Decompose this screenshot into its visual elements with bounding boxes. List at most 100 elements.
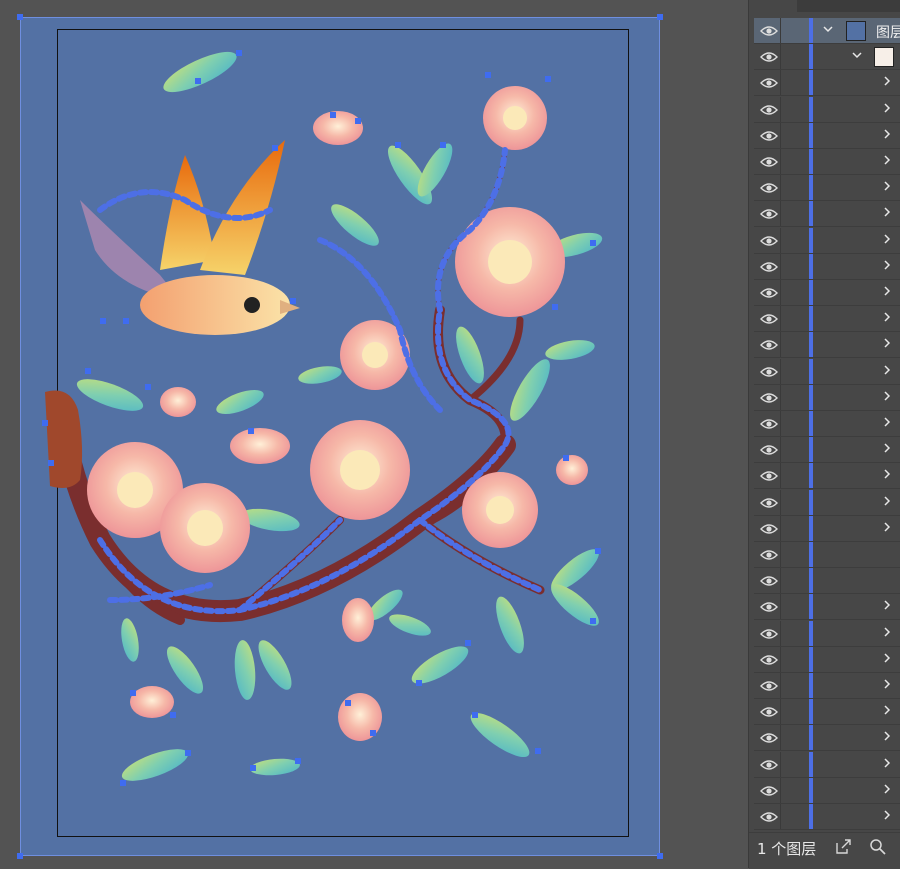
sublayer-row[interactable]: [754, 568, 900, 595]
lock-column[interactable]: [780, 515, 781, 541]
lock-column[interactable]: [780, 568, 781, 594]
eye-icon[interactable]: [760, 103, 778, 117]
lock-column[interactable]: [780, 358, 781, 384]
search-icon[interactable]: [869, 838, 886, 859]
lock-column[interactable]: [780, 699, 781, 725]
lock-column[interactable]: [780, 201, 781, 227]
lock-column[interactable]: [780, 673, 781, 698]
canvas-workspace[interactable]: [0, 0, 748, 868]
eye-icon[interactable]: [760, 731, 778, 745]
sublayer-row[interactable]: [754, 594, 900, 621]
lock-column[interactable]: [780, 70, 781, 96]
lock-column[interactable]: [780, 332, 781, 358]
eye-icon[interactable]: [760, 653, 778, 667]
eye-icon[interactable]: [760, 417, 778, 431]
chevron-right-icon[interactable]: [882, 337, 892, 352]
chevron-right-icon[interactable]: [882, 468, 892, 483]
chevron-right-icon[interactable]: [882, 75, 892, 90]
eye-icon[interactable]: [760, 496, 778, 510]
sublayer-row[interactable]: [754, 384, 900, 411]
chevron-right-icon[interactable]: [882, 128, 892, 143]
sublayer-row[interactable]: [754, 358, 900, 385]
eye-icon[interactable]: [760, 679, 778, 693]
eye-icon[interactable]: [760, 207, 778, 221]
chevron-right-icon[interactable]: [882, 102, 892, 117]
lock-column[interactable]: [780, 175, 781, 201]
lock-column[interactable]: [780, 227, 781, 253]
sublayer-row[interactable]: [754, 673, 900, 699]
sublayer-row[interactable]: [754, 777, 900, 804]
eye-icon[interactable]: [760, 548, 778, 562]
eye-icon[interactable]: [760, 443, 778, 457]
sublayer-row[interactable]: [754, 699, 900, 726]
sublayer-row[interactable]: [754, 725, 900, 752]
chevron-right-icon[interactable]: [882, 730, 892, 745]
eye-icon[interactable]: [760, 129, 778, 143]
lock-column[interactable]: [780, 751, 781, 777]
chevron-right-icon[interactable]: [882, 652, 892, 667]
eye-icon[interactable]: [760, 574, 778, 588]
sublayer-row[interactable]: [754, 646, 900, 673]
chevron-right-icon[interactable]: [882, 364, 892, 379]
eye-icon[interactable]: [760, 627, 778, 641]
sublayer-row[interactable]: [754, 280, 900, 306]
chevron-right-icon[interactable]: [882, 390, 892, 405]
sublayer-row[interactable]: [754, 201, 900, 228]
layer-row[interactable]: 图层: [754, 18, 900, 44]
chevron-right-icon[interactable]: [882, 521, 892, 536]
lock-column[interactable]: [780, 725, 781, 751]
sublayer-row[interactable]: [754, 227, 900, 254]
lock-column[interactable]: [780, 620, 781, 646]
chevron-right-icon[interactable]: [882, 599, 892, 614]
lock-column[interactable]: [780, 437, 781, 463]
eye-icon[interactable]: [760, 50, 778, 64]
layer-name[interactable]: 图层: [876, 22, 900, 42]
sublayer-row[interactable]: [754, 620, 900, 647]
eye-icon[interactable]: [760, 234, 778, 248]
chevron-right-icon[interactable]: [882, 180, 892, 195]
eye-icon[interactable]: [760, 705, 778, 719]
export-icon[interactable]: [835, 838, 852, 859]
lock-column[interactable]: [780, 542, 781, 567]
eye-icon[interactable]: [760, 365, 778, 379]
illustration-artwork[interactable]: [0, 0, 748, 868]
chevron-right-icon[interactable]: [882, 809, 892, 824]
lock-column[interactable]: [780, 777, 781, 803]
chevron-right-icon[interactable]: [882, 783, 892, 798]
sublayer-row[interactable]: [754, 463, 900, 490]
sublayer-row[interactable]: [754, 175, 900, 202]
chevron-down-icon[interactable]: [851, 49, 863, 65]
sublayer-row[interactable]: [754, 411, 900, 437]
eye-icon[interactable]: [760, 155, 778, 169]
eye-icon[interactable]: [760, 600, 778, 614]
eye-icon[interactable]: [760, 24, 778, 38]
eye-icon[interactable]: [760, 338, 778, 352]
chevron-right-icon[interactable]: [882, 311, 892, 326]
lock-column[interactable]: [780, 18, 781, 43]
sublayer-row[interactable]: [754, 306, 900, 333]
sublayer-row[interactable]: [754, 804, 900, 830]
sublayer-row[interactable]: [754, 751, 900, 778]
eye-icon[interactable]: [760, 758, 778, 772]
eye-icon[interactable]: [760, 76, 778, 90]
sublayer-row[interactable]: [754, 122, 900, 149]
lock-column[interactable]: [780, 411, 781, 436]
eye-icon[interactable]: [760, 810, 778, 824]
lock-column[interactable]: [780, 96, 781, 122]
group-row[interactable]: [754, 44, 900, 71]
chevron-right-icon[interactable]: [882, 285, 892, 300]
eye-icon[interactable]: [760, 784, 778, 798]
eye-icon[interactable]: [760, 522, 778, 536]
lock-column[interactable]: [780, 306, 781, 332]
sublayer-row[interactable]: [754, 489, 900, 516]
sublayer-row[interactable]: [754, 96, 900, 123]
lock-column[interactable]: [780, 122, 781, 148]
eye-icon[interactable]: [760, 260, 778, 274]
lock-column[interactable]: [780, 280, 781, 305]
lock-column[interactable]: [780, 804, 781, 829]
sublayer-row[interactable]: [754, 149, 900, 175]
chevron-right-icon[interactable]: [882, 757, 892, 772]
chevron-right-icon[interactable]: [882, 206, 892, 221]
lock-column[interactable]: [780, 594, 781, 620]
eye-icon[interactable]: [760, 469, 778, 483]
